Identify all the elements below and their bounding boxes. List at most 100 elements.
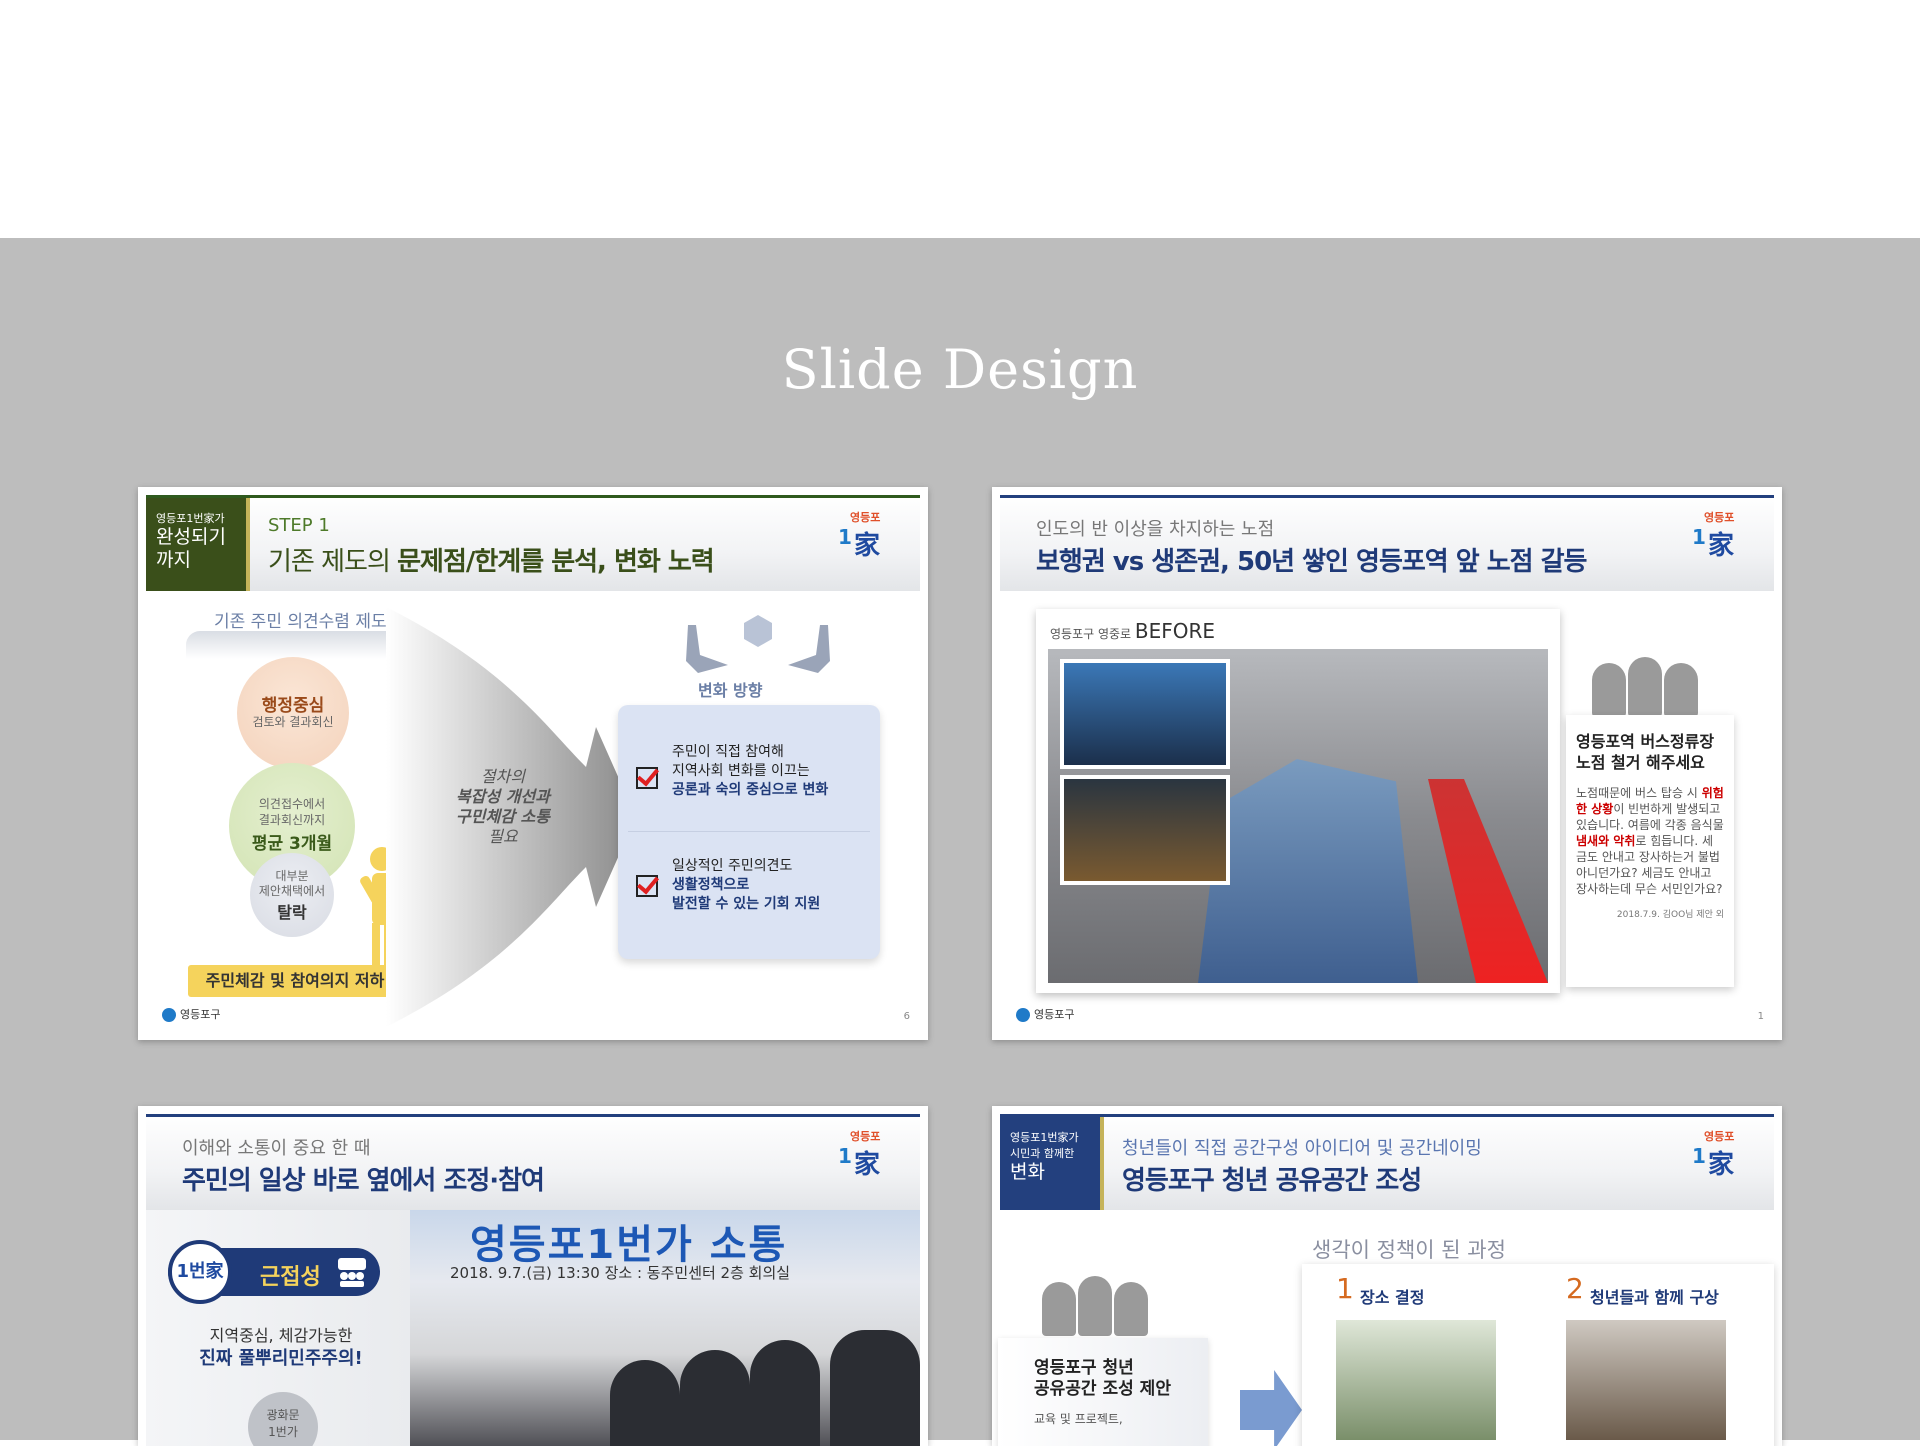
- slide-header: 영등포1번家가 완성되기 까지 STEP 1 기존 제도의 문제점/한계를 분석…: [146, 495, 920, 591]
- note-emphasis: 냄새와 악취: [1576, 834, 1636, 848]
- people-group-icon: [1592, 657, 1702, 717]
- logo-number: 1: [1692, 1144, 1706, 1168]
- step-1-photo: [1336, 1320, 1496, 1440]
- circle-title: 탈락: [277, 903, 307, 922]
- item-highlight: 발전할 수 있는 기회 지원: [672, 896, 821, 912]
- attendee-silhouette: [610, 1360, 680, 1446]
- district-emblem-icon: [1016, 1008, 1030, 1022]
- person-silhouette: [1664, 663, 1698, 717]
- caption-small: 영등포구 영중로: [1050, 627, 1135, 641]
- hands-holding-cube-icon: [686, 615, 830, 673]
- checkbox-checked-icon: [636, 767, 658, 789]
- badge-small-text: 영등포1번家가: [1010, 1131, 1079, 1144]
- logo-top-text: 영등포: [1704, 511, 1735, 524]
- street-vendor-photo: [1048, 649, 1548, 983]
- funnel-caption: 절차의 복잡성 개선과 구민체감 소통 필요: [438, 767, 568, 847]
- attendee-silhouette: [680, 1350, 750, 1446]
- circle-line: 광화문: [266, 1408, 300, 1422]
- badge-big-text-2: 까지: [156, 549, 191, 571]
- slide-subtitle: 인도의 반 이상을 차지하는 노점: [1036, 519, 1275, 540]
- step-number: 1: [1336, 1272, 1354, 1305]
- note-title-line: 영등포역 버스정류장: [1576, 732, 1715, 751]
- logo-char: 家: [854, 1150, 881, 1180]
- right-section-title: 변화 방향: [698, 681, 763, 700]
- caption-big: BEFORE: [1134, 619, 1216, 643]
- circle-admin-centered: 행정중심 검토와 결과회신: [237, 657, 349, 769]
- badge-divider: [246, 498, 250, 591]
- photo-red-path: [1428, 779, 1548, 983]
- note-body: 노점때문에 버스 탑승 시 위험한 상황이 빈번하게 발생되고 있습니다. 여름…: [1576, 785, 1724, 897]
- section-title: Slide Design: [781, 338, 1139, 401]
- circle-subtitle: 검토와 결과회신: [252, 715, 334, 729]
- funnel-line: 구민체감 소통: [456, 807, 550, 826]
- slide-title: 보행권 vs 생존권, 50년 쌓인 영등포역 앞 노점 갈등: [1036, 547, 1587, 577]
- process-heading: 생각이 정책이 된 과정: [1312, 1238, 1506, 1262]
- proposal-card: 영등포구 청년 공유공간 조성 제안 교육 및 프로젝트,: [998, 1338, 1208, 1446]
- badge-small-text: 시민과 함께한: [1010, 1147, 1075, 1160]
- change-item-2: 일상적인 주민의견도 생활정책으로 발전할 수 있는 기회 지원: [672, 857, 820, 914]
- note-title: 영등포역 버스정류장 노점 철거 해주세요: [1576, 731, 1724, 773]
- badge-small-text: 영등포1번家가: [156, 512, 225, 525]
- citizen-complaint-card: 영등포역 버스정류장 노점 철거 해주세요 노점때문에 버스 탑승 시 위험한 …: [1566, 715, 1734, 987]
- footer-logo: 영등포구: [1016, 1006, 1074, 1022]
- pill-label: 근접성: [260, 1265, 321, 1290]
- slide-title-part-1: 기존 제도의: [268, 547, 398, 577]
- item-highlight: 공론과 숙의 중심으로 변화: [672, 782, 829, 798]
- before-photo-frame: 영등포구 영중로 BEFORE: [1036, 609, 1560, 993]
- proximity-caption: 지역중심, 체감가능한: [209, 1326, 353, 1345]
- slide-header: 영등포1번家가 시민과 함께한 변화 청년들이 직접 공간구성 아이디어 및 공…: [1000, 1114, 1774, 1210]
- yeongdeungpo-logo-icon: 영등포 1 家: [836, 509, 896, 565]
- header-badge: 영등포1번家가 완성되기 까지: [146, 498, 246, 591]
- circle-subtitle: 의견접수에서: [258, 797, 326, 811]
- meeting-people-icon: [338, 1258, 366, 1287]
- right-arrow-icon: [1240, 1370, 1302, 1446]
- slide-subtitle: STEP 1: [268, 515, 330, 536]
- funnel-line: 필요: [488, 827, 518, 846]
- photo-tent-shape: [1198, 759, 1418, 983]
- item-line: 일상적인 주민의견도: [672, 858, 793, 874]
- person-silhouette: [1628, 657, 1662, 717]
- slide-card-1[interactable]: 영등포1번家가 완성되기 까지 STEP 1 기존 제도의 문제점/한계를 분석…: [138, 487, 928, 1040]
- photo-caption: 영등포구 영중로 BEFORE: [1050, 619, 1215, 643]
- inset-photo-2: [1060, 775, 1230, 885]
- person-silhouette: [1114, 1282, 1148, 1336]
- slide-card-2[interactable]: 인도의 반 이상을 차지하는 노점 보행권 vs 생존권, 50년 쌓인 영등포…: [992, 487, 1782, 1040]
- slide-title: 기존 제도의 문제점/한계를 분석, 변화 노력: [268, 541, 715, 578]
- logo-number: 1: [838, 525, 852, 549]
- circle-rejection: 대부분 제안채택에서 탈락: [250, 853, 334, 937]
- yeongdeungpo-logo-icon: 영등포 1 家: [1690, 1128, 1750, 1184]
- circle-subtitle: 결과회신까지: [258, 813, 326, 827]
- process-steps-panel: 1 장소 결정 2 청년들과 함께 구상: [1302, 1264, 1774, 1446]
- circle-subtitle: 제안채택에서: [258, 884, 326, 898]
- slide-card-3[interactable]: 이해와 소통이 중요 한 때 주민의 일상 바로 옆에서 조정·참여 영등포 1…: [138, 1106, 928, 1446]
- note-text: 노점때문에 버스 탑승 시: [1576, 786, 1698, 800]
- funnel-line: 복잡성 개선과: [456, 787, 550, 806]
- attendee-silhouette: [750, 1340, 820, 1446]
- funnel-line: 절차의: [480, 767, 526, 786]
- proposal-body: 교육 및 프로젝트,: [1034, 1412, 1123, 1426]
- district-emblem-icon: [162, 1008, 176, 1022]
- change-item-1: 주민이 직접 참여해 지역사회 변화를 이끄는 공론과 숙의 중심으로 변화: [672, 743, 828, 800]
- badge-divider: [1100, 1117, 1104, 1210]
- item-line: 주민이 직접 참여해: [672, 744, 784, 760]
- person-silhouette: [1592, 663, 1626, 717]
- slide-card-4[interactable]: 영등포1번家가 시민과 함께한 변화 청년들이 직접 공간구성 아이디어 및 공…: [992, 1106, 1782, 1446]
- circle-line: 1번가: [268, 1425, 298, 1439]
- page-number: 1: [1757, 1011, 1764, 1022]
- slide-title-part-2: 문제점/한계를 분석, 변화 노력: [397, 547, 715, 577]
- logo-top-text: 영등포: [1704, 1130, 1735, 1143]
- yeongdeungpo-logo-icon: 영등포 1 家: [1690, 509, 1750, 565]
- header-rule: [146, 1114, 920, 1117]
- note-signature: 2018.7.9. 김OO님 제안 외: [1616, 910, 1724, 920]
- note-title-line: 노점 철거 해주세요: [1576, 753, 1705, 772]
- logo-number: 1: [838, 1144, 852, 1168]
- proposal-title: 영등포구 청년 공유공간 조성 제안: [1034, 1358, 1172, 1400]
- footer-text: 영등포구: [180, 1008, 221, 1021]
- yeongdeungpo-logo-icon: 영등포 1 家: [836, 1128, 896, 1184]
- slide-title: 주민의 일상 바로 옆에서 조정·참여: [182, 1166, 545, 1196]
- person-silhouette: [1078, 1276, 1112, 1336]
- badge-big-text-1: 완성되기: [156, 526, 226, 548]
- slide-header: 이해와 소통이 중요 한 때 주민의 일상 바로 옆에서 조정·참여 영등포 1…: [146, 1114, 920, 1210]
- header-rule: [146, 495, 920, 498]
- logo-number: 1: [1692, 525, 1706, 549]
